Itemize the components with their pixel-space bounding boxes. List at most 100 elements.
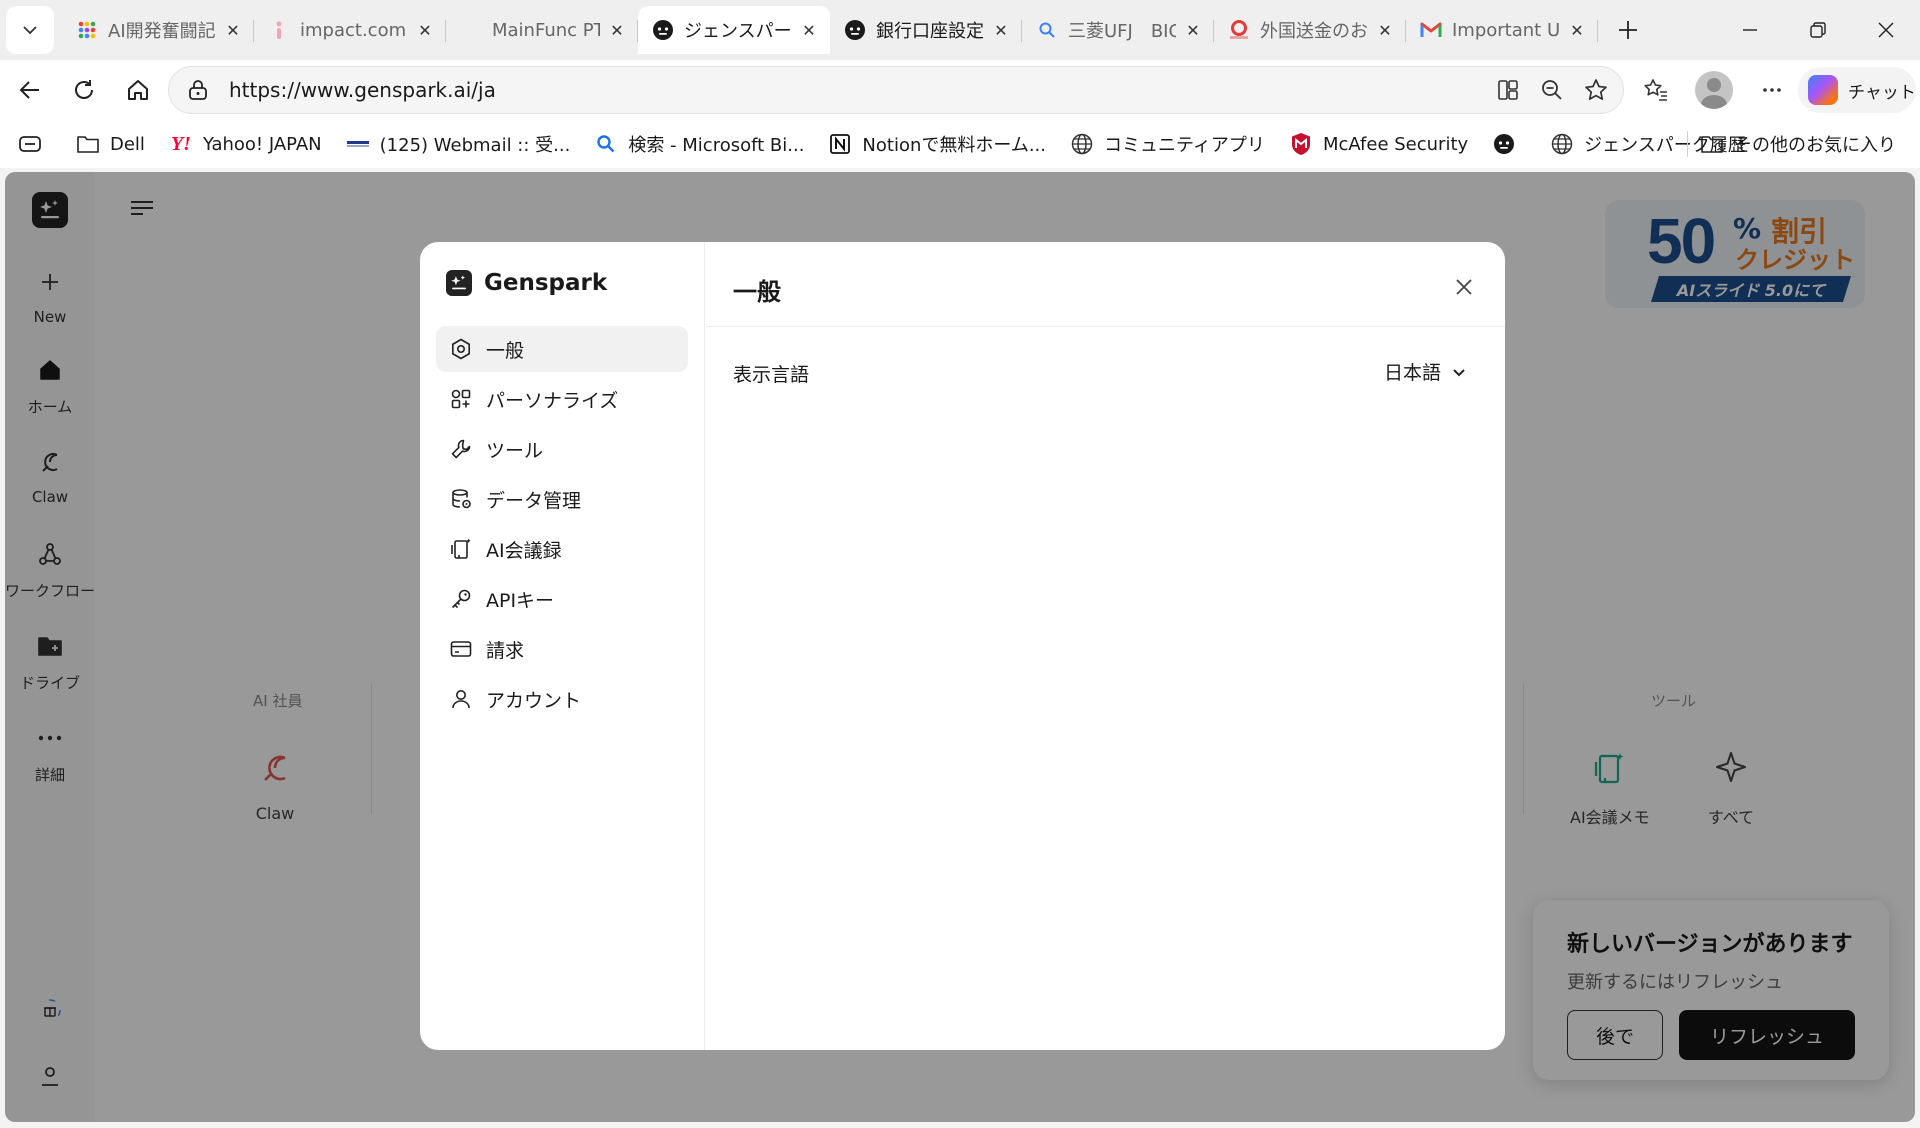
other-favorites-label: その他のお気に入り: [1734, 135, 1896, 156]
settings-menu-billing[interactable]: 請求: [436, 626, 688, 672]
browser-tab[interactable]: 三菱UFJ BIC ✕: [1022, 6, 1214, 54]
settings-nav: Genspark 一般 パーソナライズ ツール データ管理 AI会議録 APIキ…: [420, 242, 705, 1050]
bookmark-folder-dell[interactable]: Dell: [64, 124, 157, 164]
close-icon[interactable]: ✕: [1566, 19, 1588, 41]
browser-tab[interactable]: 銀行口座設定 ✕: [830, 6, 1022, 54]
bookmark-webmail[interactable]: (125) Webmail :: 受...: [334, 124, 583, 164]
genspark-sparkle-icon: [446, 270, 472, 296]
browser-tab[interactable]: 外国送金のお引 ✕: [1214, 6, 1406, 54]
close-icon[interactable]: ✕: [414, 19, 436, 41]
arrow-left-icon: [19, 81, 39, 99]
bookmark-divider: [1687, 131, 1688, 157]
settings-menu-data-management[interactable]: データ管理: [436, 476, 688, 522]
settings-section-title: 一般: [733, 278, 781, 306]
settings-menu-ai-meeting-records[interactable]: AI会議録: [436, 526, 688, 572]
window-controls: [1716, 0, 1920, 60]
folder-icon: [76, 132, 100, 156]
globe-icon: [1550, 132, 1574, 156]
plus-icon: [1619, 21, 1637, 39]
wrench-icon: [448, 436, 474, 462]
reload-button[interactable]: [60, 66, 108, 114]
tab-title: 三菱UFJ BIC: [1068, 21, 1176, 42]
zoom-out-icon[interactable]: [1537, 75, 1567, 105]
bookmark-notion[interactable]: Notionで無料ホーム...: [816, 124, 1058, 164]
bookmark-mcafee[interactable]: McAfee Security: [1277, 124, 1480, 164]
settings-more-button[interactable]: [1750, 68, 1794, 112]
bookmark-yahoo[interactable]: Y! Yahoo! JAPAN: [157, 124, 334, 164]
favorites-button[interactable]: [1634, 68, 1678, 112]
tab-list: AI開発奮闘記 ✕ impact.com - ✕ MainFunc PTE ✕ …: [62, 6, 1598, 54]
browser-tab-active[interactable]: ジェンスパーク(G ✕: [638, 6, 830, 54]
copilot-icon: [1808, 75, 1838, 105]
close-icon[interactable]: ✕: [990, 19, 1012, 41]
favorite-star-icon[interactable]: [1581, 75, 1611, 105]
settings-menu-label: アカウント: [486, 689, 582, 712]
settings-modal: Genspark 一般 パーソナライズ ツール データ管理 AI会議録 APIキ…: [420, 242, 1505, 1050]
app-available-icon[interactable]: [1493, 75, 1523, 105]
settings-menu-label: AI会議録: [486, 539, 562, 562]
profile-button[interactable]: [1692, 68, 1736, 112]
close-icon[interactable]: ✕: [222, 19, 244, 41]
tab-actions-icon: [18, 132, 42, 156]
browser-toolbar-right: [1634, 66, 1794, 114]
home-icon: [128, 80, 148, 100]
browser-tab[interactable]: Important Up ✕: [1406, 6, 1598, 54]
gmail-favicon-icon: [1420, 19, 1442, 41]
close-icon[interactable]: ✕: [1374, 19, 1396, 41]
settings-menu-personalize[interactable]: パーソナライズ: [436, 376, 688, 422]
settings-menu-account[interactable]: アカウント: [436, 676, 688, 722]
display-language-select[interactable]: 日本語: [1384, 358, 1467, 385]
close-modal-button[interactable]: [1449, 272, 1479, 302]
browser-tab[interactable]: MainFunc PTE ✕: [446, 6, 638, 54]
tab-title: Important Up: [1452, 19, 1560, 41]
genspark-favicon-icon: [844, 19, 866, 41]
search-favicon-icon: [1036, 19, 1058, 41]
bookmark-community-app[interactable]: コミュニティアプリ: [1058, 124, 1277, 164]
reload-icon: [75, 80, 93, 99]
browser-tab-strip: AI開発奮闘記 ✕ impact.com - ✕ MainFunc PTE ✕ …: [0, 0, 1920, 60]
bookmark-label: 検索 - Microsoft Bi...: [628, 135, 805, 156]
settings-menu-label: APIキー: [486, 589, 555, 612]
address-toolbar: https://www.genspark.ai/ja チャット: [0, 60, 1920, 120]
bookmark-bing-search[interactable]: 検索 - Microsoft Bi...: [582, 124, 816, 164]
close-icon[interactable]: ✕: [606, 19, 628, 41]
other-favorites-folder[interactable]: その他のお気に入り: [1663, 124, 1908, 164]
tab-actions-menu-button[interactable]: [6, 6, 54, 54]
minimize-button[interactable]: [1716, 0, 1784, 60]
site-info-lock-icon[interactable]: [187, 79, 213, 101]
new-tab-button[interactable]: [1604, 6, 1652, 54]
display-language-label: 表示言語: [733, 364, 810, 386]
copilot-chat-button[interactable]: チャット: [1798, 67, 1916, 113]
credit-card-icon: [448, 636, 474, 662]
settings-menu-general[interactable]: 一般: [436, 326, 688, 372]
back-button[interactable]: [6, 66, 54, 114]
settings-menu-label: パーソナライズ: [486, 389, 619, 412]
webmail-icon: [346, 132, 370, 156]
browser-tab[interactable]: AI開発奮闘記 ✕: [62, 6, 254, 54]
close-icon[interactable]: ✕: [1182, 19, 1204, 41]
close-icon: [1456, 279, 1472, 295]
browser-tab[interactable]: impact.com - ✕: [254, 6, 446, 54]
close-icon[interactable]: ✕: [798, 19, 820, 41]
tab-title: impact.com -: [300, 19, 408, 41]
restore-button[interactable]: [1784, 0, 1852, 60]
close-window-button[interactable]: [1852, 0, 1920, 60]
chat-label: チャット: [1848, 82, 1916, 103]
settings-menu-api-keys[interactable]: APIキー: [436, 576, 688, 622]
settings-brand: Genspark: [446, 270, 607, 296]
bookmark-genspark[interactable]: [1480, 124, 1538, 164]
url-bar[interactable]: https://www.genspark.ai/ja: [168, 66, 1624, 114]
more-dots-icon: [1763, 88, 1781, 92]
bookmark-label: (125) Webmail :: 受...: [379, 135, 571, 156]
restore-icon: [1810, 22, 1826, 38]
url-text[interactable]: https://www.genspark.ai/ja: [229, 78, 496, 102]
bookmark-apps-button[interactable]: [0, 124, 64, 164]
bookmark-label: Notionで無料ホーム...: [862, 135, 1047, 156]
close-icon: [1878, 22, 1894, 38]
settings-menu: 一般 パーソナライズ ツール データ管理 AI会議録 APIキー 請求 アカウン…: [436, 326, 688, 726]
home-button[interactable]: [114, 66, 162, 114]
bookmarks-bar: Dell Y! Yahoo! JAPAN (125) Webmail :: 受.…: [0, 120, 1920, 168]
impact-favicon-icon: [268, 19, 290, 41]
minimize-icon: [1743, 29, 1757, 31]
settings-menu-tools[interactable]: ツール: [436, 426, 688, 472]
